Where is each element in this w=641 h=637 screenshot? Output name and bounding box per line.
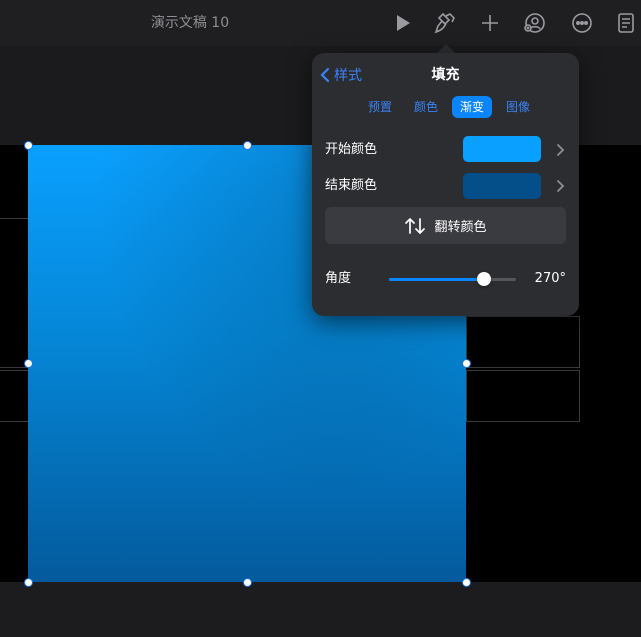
chevron-right-icon[interactable] [555, 179, 565, 193]
collaborate-icon[interactable] [523, 12, 545, 34]
placeholder-outline [466, 316, 580, 368]
angle-slider-track[interactable] [389, 278, 516, 281]
fill-type-tabs: 预置 颜色 渐变 图像 [360, 96, 544, 118]
app-window: 演示文稿 10 样式 填充 预置 颜色 渐变 图像 开始颜色 结束颜色 翻转颜色… [0, 0, 641, 637]
end-color-swatch[interactable] [463, 173, 541, 199]
resize-handle-right[interactable] [462, 359, 471, 368]
resize-handle-bottom-left[interactable] [24, 578, 33, 587]
tab-gradient[interactable]: 渐变 [452, 96, 493, 118]
fill-popover: 样式 填充 预置 颜色 渐变 图像 开始颜色 结束颜色 翻转颜色 角度 270° [312, 53, 579, 316]
angle-label: 角度 [325, 271, 352, 286]
play-icon[interactable] [392, 12, 414, 34]
resize-handle-left[interactable] [24, 359, 33, 368]
bottom-area [0, 582, 641, 637]
document-title[interactable]: 演示文稿 10 [0, 0, 380, 46]
angle-slider-thumb[interactable] [477, 272, 491, 286]
tab-preset[interactable]: 预置 [360, 96, 400, 118]
start-color-swatch[interactable] [463, 136, 541, 162]
flip-colors-button[interactable]: 翻转颜色 [325, 207, 566, 244]
flip-colors-label: 翻转颜色 [434, 220, 487, 235]
document-icon[interactable] [615, 12, 637, 34]
resize-handle-top[interactable] [243, 141, 252, 150]
more-icon[interactable] [571, 12, 593, 34]
resize-handle-bottom[interactable] [243, 578, 252, 587]
end-color-label: 结束颜色 [325, 178, 378, 193]
tab-image[interactable]: 图像 [498, 96, 538, 118]
placeholder-outline [466, 370, 580, 422]
angle-slider-fill [389, 278, 484, 281]
tab-color[interactable]: 颜色 [406, 96, 446, 118]
plus-icon[interactable] [479, 12, 501, 34]
angle-value: 270° [534, 271, 566, 286]
resize-handle-top-left[interactable] [24, 141, 33, 150]
start-color-label: 开始颜色 [325, 142, 378, 157]
popover-title: 填充 [431, 67, 460, 83]
paintbrush-icon[interactable] [434, 12, 456, 34]
swap-arrows-icon [405, 217, 426, 234]
chevron-right-icon[interactable] [555, 143, 565, 157]
resize-handle-bottom-right[interactable] [462, 578, 471, 587]
top-bar: 演示文稿 10 [0, 0, 641, 46]
